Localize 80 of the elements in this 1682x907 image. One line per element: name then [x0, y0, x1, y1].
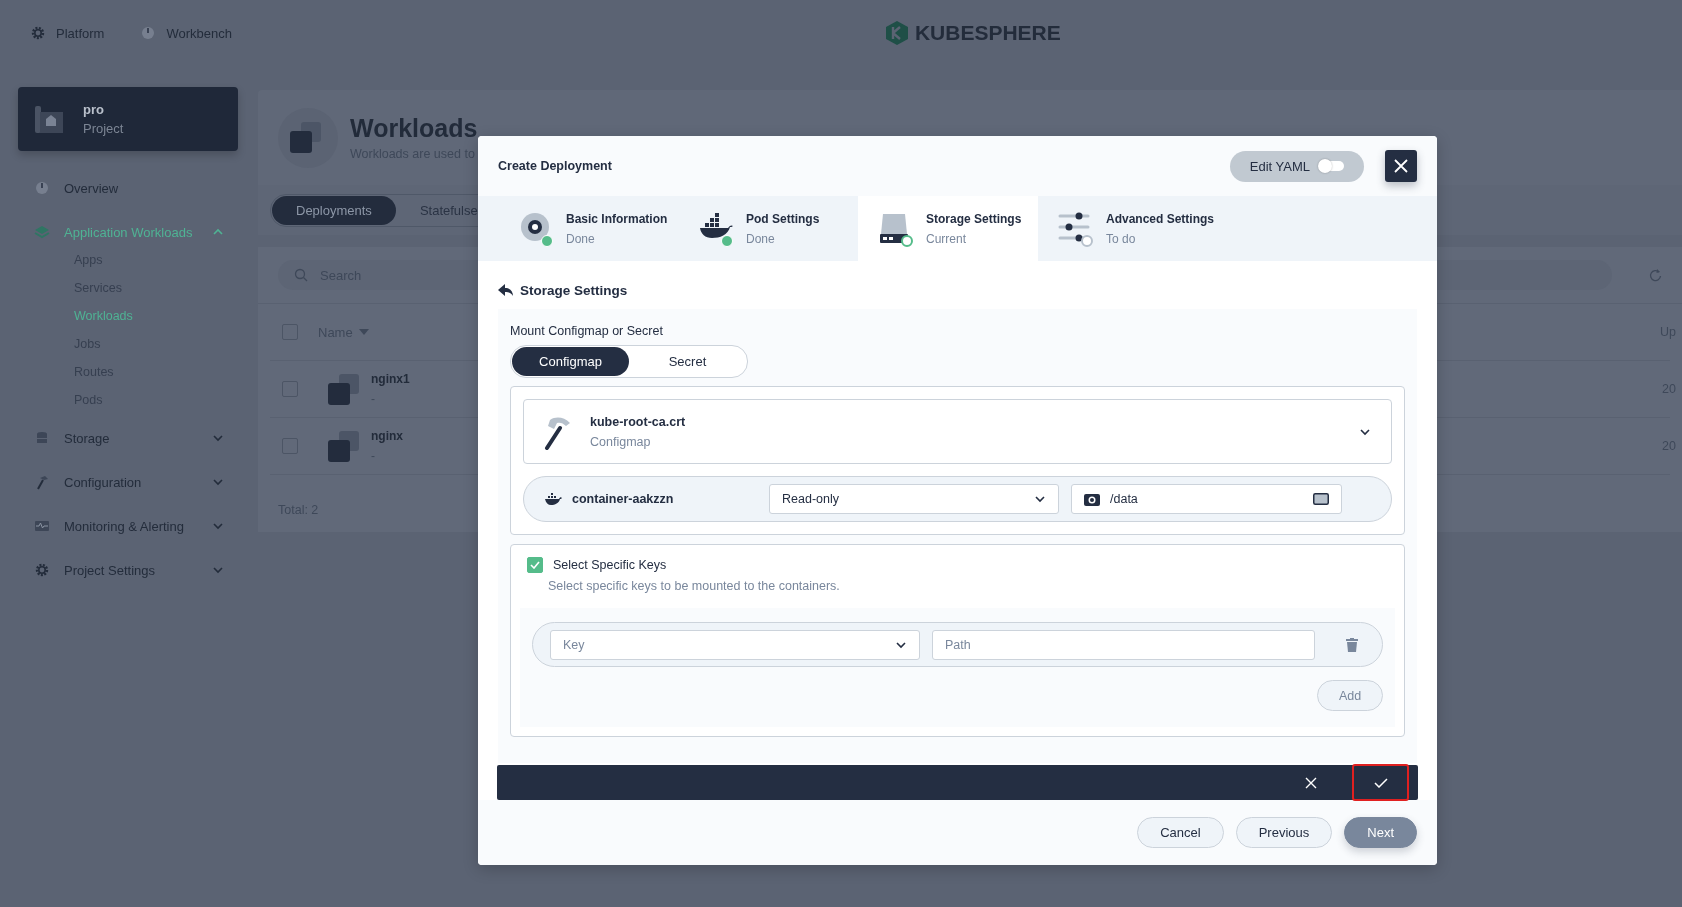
monitor-icon	[34, 518, 50, 534]
card-icon	[1313, 493, 1329, 505]
search-icon	[294, 268, 308, 282]
workload-icon	[328, 373, 359, 405]
sidebar-item[interactable]: Monitoring & Alerting	[34, 504, 224, 548]
logo-icon	[884, 20, 909, 46]
container-name: container-aakzzn	[572, 492, 674, 506]
step-tab[interactable]: Basic Information Done	[498, 196, 678, 261]
mount-path-field[interactable]: /data	[1071, 484, 1342, 514]
sidebar-item[interactable]: Storage	[34, 416, 224, 460]
resource-name: kube-root-ca.crt	[590, 414, 687, 429]
workload-description: -	[371, 449, 376, 463]
path-field[interactable]: Path	[932, 629, 1315, 660]
add-button[interactable]: Add	[1317, 680, 1383, 711]
project-name: pro	[83, 102, 105, 117]
check-icon	[530, 561, 540, 569]
page-title: Workloads	[350, 114, 478, 143]
whale-icon	[697, 210, 734, 247]
resource-select[interactable]: kube-root-ca.crt Configmap	[523, 399, 1392, 464]
edit-yaml-toggle[interactable]: Edit YAML	[1229, 150, 1364, 182]
chevron-down-icon	[212, 565, 224, 575]
segment-option[interactable]: Secret	[629, 347, 746, 376]
logo-text: KUBESPHERE	[914, 21, 1061, 45]
access-mode-select[interactable]: Read-only	[769, 484, 1059, 514]
gear-icon	[34, 562, 50, 578]
chevron-down-icon	[212, 433, 224, 443]
resource-type: Configmap	[590, 434, 652, 449]
gauge-icon	[140, 25, 157, 41]
refresh-icon[interactable]	[1648, 268, 1662, 282]
checkbox-label[interactable]: Select Specific Keys	[553, 558, 667, 572]
chevron-up-icon	[212, 227, 224, 237]
sidebar-item[interactable]: Overview	[34, 166, 224, 210]
nav-link[interactable]: Platform	[56, 25, 105, 41]
gear-icon	[30, 25, 46, 41]
back-arrow-icon[interactable]	[498, 284, 514, 296]
chevron-down-icon	[212, 477, 224, 487]
step-tab[interactable]: Advanced Settings To do	[1038, 196, 1218, 261]
trash-icon[interactable]	[1346, 637, 1358, 652]
camera-icon	[1084, 492, 1100, 506]
field-label: Mount Configmap or Secret	[510, 323, 664, 340]
tab[interactable]: Deployments	[272, 195, 396, 225]
gauge-icon	[34, 180, 50, 196]
step-tab[interactable]: Storage Settings Current	[858, 196, 1038, 261]
chevron-down-icon	[1359, 426, 1371, 437]
dialog-title: Create Deployment	[498, 159, 613, 173]
sidebar-item[interactable]: Project Settings	[34, 548, 224, 592]
workload-icon	[328, 430, 359, 462]
segment-option[interactable]: Configmap	[512, 347, 629, 376]
checkbox[interactable]	[527, 557, 543, 573]
close-icon	[1394, 159, 1408, 173]
footer-button[interactable]: Previous	[1235, 817, 1333, 848]
confirm-button[interactable]	[1352, 764, 1409, 801]
workload-name[interactable]: nginx1	[371, 372, 410, 386]
hammer-icon	[34, 474, 50, 490]
close-button[interactable]	[1385, 150, 1417, 182]
step-tab[interactable]: Pod Settings Done	[678, 196, 858, 261]
footer-button[interactable]: Cancel	[1137, 817, 1224, 848]
key-select[interactable]: Key	[550, 629, 920, 660]
database-icon	[34, 430, 50, 446]
project-card[interactable]: pro Project	[18, 87, 238, 151]
whale-icon	[544, 492, 562, 506]
sliders-icon	[1057, 210, 1094, 247]
chevron-down-icon	[1034, 494, 1046, 504]
workload-name[interactable]: nginx	[371, 429, 403, 443]
layers-icon	[34, 224, 50, 240]
nav-link[interactable]: Workbench	[166, 25, 232, 41]
project-icon	[35, 104, 63, 134]
checkbox-description: Select specific keys to be mounted to the containers.	[547, 579, 841, 593]
section-title: Storage Settings	[520, 282, 628, 298]
sidebar-subitem[interactable]: Workloads	[74, 302, 224, 330]
chevron-down-icon	[212, 521, 224, 531]
close-icon	[1304, 776, 1317, 789]
sidebar-item[interactable]: Application Workloads	[34, 210, 224, 254]
sidebar-item[interactable]: Configuration	[34, 460, 224, 504]
chevron-down-icon	[895, 639, 907, 650]
next-button[interactable]: Next	[1344, 817, 1417, 848]
workload-description: -	[371, 392, 376, 406]
check-icon	[1373, 777, 1388, 788]
sort-caret-icon	[358, 329, 369, 335]
project-type: Project	[83, 121, 124, 136]
